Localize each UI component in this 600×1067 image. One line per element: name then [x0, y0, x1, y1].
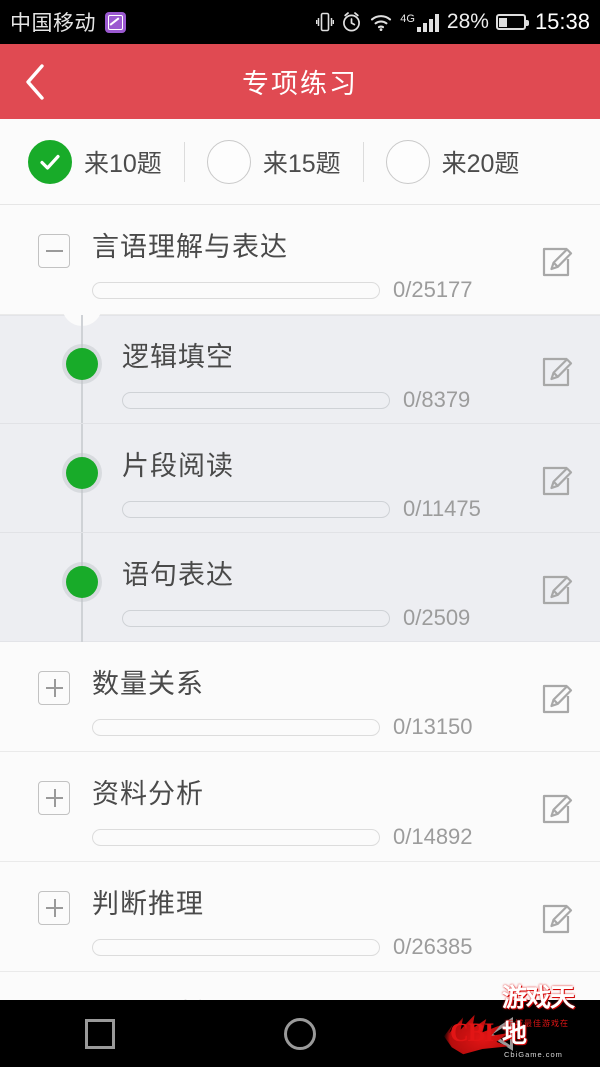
network-type-label: 4G: [400, 13, 415, 25]
category-name: 数量关系: [92, 669, 204, 699]
progress-label: 0/26385: [393, 934, 473, 959]
radio-unselected-15[interactable]: [206, 139, 251, 184]
alarm-icon: [343, 12, 361, 32]
edit-button[interactable]: [534, 239, 578, 283]
category-progress: 0/26385: [92, 934, 473, 960]
carrier-label: 中国移动: [10, 12, 96, 35]
edit-pencil-icon: [542, 466, 573, 496]
recents-button[interactable]: [0, 1018, 200, 1049]
system-nav-bar: CBI 天域最佳游戏在 游戏天地 CbiGame.com: [0, 984, 600, 1067]
green-dot-icon: [66, 457, 98, 489]
subcategory-progress: 0/2509: [122, 605, 470, 631]
network-indicator: 4G: [400, 11, 441, 33]
progress-bar: [92, 281, 380, 299]
circle-home-icon: [284, 1017, 316, 1050]
edit-pencil-icon: [542, 575, 573, 605]
subcategory-row[interactable]: 片段阅读 0/11475: [0, 424, 600, 533]
question-count-selector: 来10题 来15题 来20题: [0, 119, 600, 205]
status-bar: 中国移动 4G 28% 15:38: [0, 0, 600, 44]
subcategory-panel: 逻辑填空 0/8379 片段阅读 0/11475 语句表达 0/2509: [0, 304, 600, 642]
category-progress: 0/14892: [92, 824, 473, 850]
progress-label: 0/25177: [393, 277, 473, 302]
progress-bar: [122, 391, 390, 409]
subcategory-progress: 0/11475: [122, 496, 481, 522]
category-name: 判断推理: [92, 889, 204, 919]
edit-button[interactable]: [534, 458, 578, 502]
progress-label: 0/13150: [393, 714, 473, 739]
minus-box-icon[interactable]: [38, 234, 70, 268]
category-row[interactable]: 判断推理 0/26385: [0, 862, 600, 972]
radio-unselected-20[interactable]: [385, 139, 430, 184]
screenshot-icon: [105, 11, 126, 33]
progress-bar: [92, 938, 380, 956]
wifi-icon: [371, 15, 392, 31]
signal-bars-icon: [416, 14, 439, 32]
edit-pencil-icon: [542, 247, 573, 277]
chevron-left-icon: [26, 63, 44, 100]
question-count-option-15[interactable]: 来15题: [206, 139, 341, 184]
subcategory-row[interactable]: 语句表达 0/2509: [0, 533, 600, 642]
edit-button[interactable]: [534, 676, 578, 720]
option-divider-2: [362, 141, 364, 182]
category-progress: 0/13150: [92, 714, 473, 740]
green-dot-icon: [66, 348, 98, 380]
back-button[interactable]: [0, 44, 70, 119]
progress-bar: [92, 828, 380, 846]
option-divider-1: [183, 141, 185, 182]
home-button[interactable]: [200, 1017, 400, 1050]
check-icon: [40, 154, 60, 170]
subcategory-progress: 0/8379: [122, 387, 470, 413]
page-title: 专项练习: [242, 69, 358, 99]
subcategory-name: 逻辑填空: [122, 342, 234, 372]
category-row[interactable]: 言语理解与表达 0/25177: [0, 205, 600, 315]
green-dot-icon: [66, 566, 98, 598]
plus-box-icon[interactable]: [38, 891, 70, 925]
plus-box-icon[interactable]: [38, 671, 70, 705]
radio-selected-10[interactable]: [28, 139, 72, 184]
edit-pencil-icon: [542, 904, 573, 934]
edit-pencil-icon: [542, 357, 573, 387]
back-nav-button[interactable]: [400, 1016, 600, 1051]
subcategory-name: 语句表达: [122, 560, 234, 590]
progress-label: 0/11475: [403, 496, 481, 521]
category-name: 言语理解与表达: [92, 232, 288, 262]
question-count-option-20[interactable]: 来20题: [385, 139, 520, 184]
subcategory-name: 片段阅读: [122, 451, 234, 481]
category-name: 资料分析: [92, 779, 204, 809]
question-count-label-15: 来15题: [262, 149, 341, 178]
edit-button[interactable]: [534, 786, 578, 830]
question-count-label-20: 来20题: [441, 149, 520, 178]
clock-label: 15:38: [534, 9, 590, 34]
category-row[interactable]: 数量关系 0/13150: [0, 642, 600, 752]
progress-label: 0/2509: [403, 605, 471, 630]
category-progress: 0/25177: [92, 277, 473, 303]
question-count-label-10: 来10题: [84, 149, 162, 178]
question-count-option-10[interactable]: 来10题: [28, 139, 162, 184]
triangle-back-icon: [487, 1016, 513, 1051]
progress-bar: [92, 718, 380, 736]
category-group-0: 言语理解与表达 0/25177 逻辑填空 0/8379 片段阅读 0/11475…: [0, 205, 600, 642]
edit-button[interactable]: [534, 349, 578, 393]
edit-pencil-icon: [542, 794, 573, 824]
edit-button[interactable]: [534, 896, 578, 940]
vibrate-icon: [316, 12, 335, 32]
status-bar-left: 中国移动: [10, 7, 126, 37]
app-header: 专项练习: [0, 44, 600, 119]
category-row[interactable]: 资料分析 0/14892: [0, 752, 600, 862]
edit-pencil-icon: [542, 684, 573, 714]
battery-percent-label: 28%: [446, 10, 489, 33]
square-recents-icon: [85, 1018, 115, 1049]
category-list[interactable]: 言语理解与表达 0/25177 逻辑填空 0/8379 片段阅读 0/11475…: [0, 205, 600, 1067]
progress-bar: [122, 609, 390, 627]
progress-label: 0/8379: [403, 387, 471, 412]
status-bar-right: 4G 28% 15:38: [316, 9, 590, 35]
progress-bar: [122, 500, 390, 518]
phone-screen: 中国移动 4G 28% 15:38 专项练习 来10题 来15题 来20题 言语…: [0, 0, 600, 1067]
battery-icon: [495, 14, 529, 30]
progress-label: 0/14892: [393, 824, 473, 849]
edit-button[interactable]: [534, 567, 578, 611]
subcategory-row[interactable]: 逻辑填空 0/8379: [0, 315, 600, 424]
plus-box-icon[interactable]: [38, 781, 70, 815]
watermark-domain: CbiGame.com: [504, 1050, 563, 1059]
